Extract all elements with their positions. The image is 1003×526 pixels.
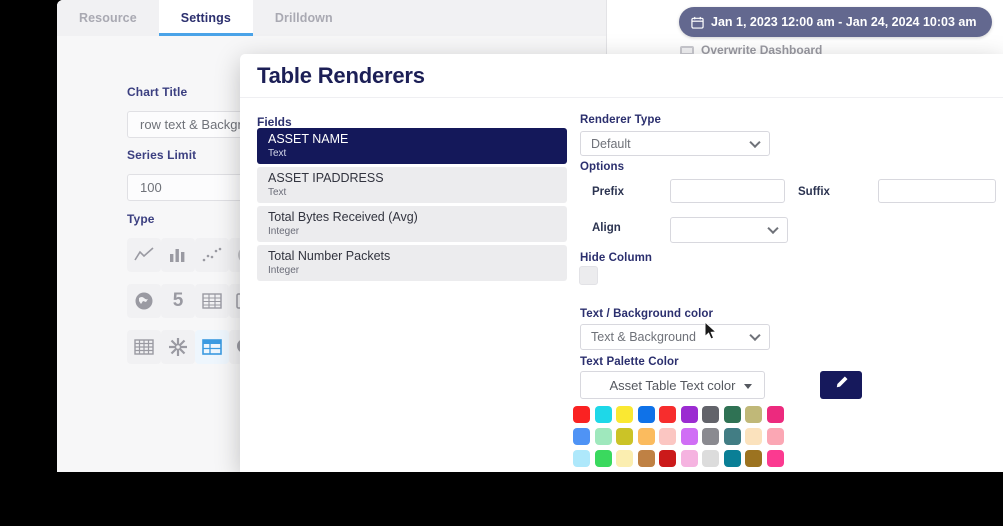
palette-swatch[interactable] <box>616 450 633 467</box>
date-range-label: Jan 1, 2023 12:00 am - Jan 24, 2024 10:0… <box>711 15 977 29</box>
palette-swatch[interactable] <box>680 450 698 467</box>
chevron-down-icon <box>749 136 761 148</box>
field-name: ASSET IPADDRESS <box>268 171 384 185</box>
hide-column-checkbox[interactable] <box>579 266 598 285</box>
palette-swatch[interactable] <box>594 428 612 445</box>
palette-swatch[interactable] <box>702 406 719 423</box>
chevron-down-icon <box>767 222 779 235</box>
bar-chart-icon[interactable] <box>161 238 195 272</box>
palette-swatch[interactable] <box>594 406 612 423</box>
data-table-icon[interactable] <box>195 284 229 318</box>
palette-swatch[interactable] <box>680 406 698 423</box>
line-chart-icon[interactable] <box>127 238 161 272</box>
renderer-type-select[interactable]: Default <box>580 131 770 156</box>
caret-down-icon <box>744 384 752 389</box>
align-label: Align <box>592 222 621 234</box>
single-value-icon[interactable]: 5 <box>161 284 195 318</box>
palette-swatch[interactable] <box>723 428 741 445</box>
palette-swatch[interactable] <box>723 406 741 423</box>
field-name: ASSET NAME <box>268 132 349 146</box>
palette-swatch[interactable] <box>745 406 762 423</box>
table-renderer-icon[interactable] <box>195 330 229 364</box>
palette-swatch[interactable] <box>616 406 633 423</box>
palette-swatch[interactable] <box>745 428 762 445</box>
palette-swatch[interactable] <box>702 450 719 467</box>
mouse-cursor <box>704 320 718 346</box>
chart-title-label: Chart Title <box>127 85 188 99</box>
palette-swatch[interactable] <box>637 428 655 445</box>
palette-swatch[interactable] <box>637 450 655 467</box>
radial-sunburst-icon[interactable] <box>161 330 195 364</box>
align-select[interactable] <box>670 217 788 243</box>
text-palette-color-label: Text Palette Color <box>580 356 679 368</box>
palette-swatch[interactable] <box>594 450 612 467</box>
field-type: Text <box>268 187 287 198</box>
palette-swatch[interactable] <box>766 450 784 467</box>
color-palette-swatches <box>573 406 788 472</box>
tab-resource[interactable]: Resource <box>57 0 159 36</box>
palette-swatch[interactable] <box>659 428 676 445</box>
palette-swatch[interactable] <box>573 406 590 423</box>
tab-drilldown-label: Drilldown <box>274 11 333 25</box>
field-type: Text <box>268 148 287 159</box>
field-name: Total Number Packets <box>268 249 391 263</box>
calendar-icon <box>691 16 704 29</box>
series-limit-value: 100 <box>140 180 162 195</box>
field-item-total-number-packets[interactable]: Total Number Packets Integer <box>257 245 567 281</box>
prefix-label: Prefix <box>592 186 624 198</box>
fields-list: ASSET NAME Text ASSET IPADDRESS Text Tot… <box>257 128 567 284</box>
palette-swatch[interactable] <box>745 450 762 467</box>
settings-tab-bar: Resource Settings Drilldown <box>57 0 606 36</box>
tab-settings[interactable]: Settings <box>158 0 254 36</box>
chevron-down-icon <box>749 329 761 342</box>
text-palette-color-value: Asset Table Text color <box>609 377 736 393</box>
field-item-total-bytes-received[interactable]: Total Bytes Received (Avg) Integer <box>257 206 567 242</box>
type-label: Type <box>127 212 155 226</box>
field-type: Integer <box>268 226 300 237</box>
dialog-title: Table Renderers <box>257 63 425 88</box>
palette-swatch[interactable] <box>766 428 784 445</box>
suffix-label: Suffix <box>798 186 830 198</box>
palette-swatch[interactable] <box>573 428 590 445</box>
palette-swatch[interactable] <box>616 428 633 445</box>
prefix-input[interactable] <box>670 179 785 203</box>
globe-map-icon[interactable] <box>127 284 161 318</box>
fields-header: Fields <box>257 115 292 129</box>
pencil-icon <box>834 375 849 395</box>
palette-swatch[interactable] <box>659 406 676 423</box>
tab-settings-label: Settings <box>180 11 231 25</box>
tab-drilldown[interactable]: Drilldown <box>253 0 355 36</box>
tab-resource-label: Resource <box>79 11 137 25</box>
grid-icon[interactable] <box>127 330 161 364</box>
suffix-input[interactable] <box>878 179 996 203</box>
palette-swatch[interactable] <box>680 428 698 445</box>
options-label: Options <box>580 161 625 173</box>
renderer-type-value: Default <box>591 136 631 151</box>
edit-palette-button[interactable] <box>820 371 862 399</box>
field-name: Total Bytes Received (Avg) <box>268 210 418 224</box>
scatter-chart-icon[interactable] <box>195 238 229 272</box>
palette-swatch[interactable] <box>659 450 676 467</box>
text-palette-color-select[interactable]: Asset Table Text color <box>580 371 765 399</box>
date-range-pill[interactable]: Jan 1, 2023 12:00 am - Jan 24, 2024 10:0… <box>679 7 993 37</box>
text-background-color-label: Text / Background color <box>580 308 714 320</box>
hide-column-label: Hide Column <box>580 252 653 264</box>
series-limit-label: Series Limit <box>127 148 197 162</box>
palette-swatch[interactable] <box>766 406 784 423</box>
field-type: Integer <box>268 265 300 276</box>
palette-swatch[interactable] <box>637 406 655 423</box>
field-item-asset-name[interactable]: ASSET NAME Text <box>257 128 567 164</box>
text-background-color-select[interactable]: Text & Background <box>580 324 770 350</box>
palette-swatch[interactable] <box>702 428 719 445</box>
palette-swatch[interactable] <box>723 450 741 467</box>
text-background-color-value: Text & Background <box>591 330 696 344</box>
field-item-asset-ipaddress[interactable]: ASSET IPADDRESS Text <box>257 167 567 203</box>
palette-swatch[interactable] <box>573 450 590 467</box>
screenshot-root: Resource Settings Drilldown Chart Title … <box>0 0 1003 526</box>
renderer-type-label: Renderer Type <box>580 114 661 126</box>
